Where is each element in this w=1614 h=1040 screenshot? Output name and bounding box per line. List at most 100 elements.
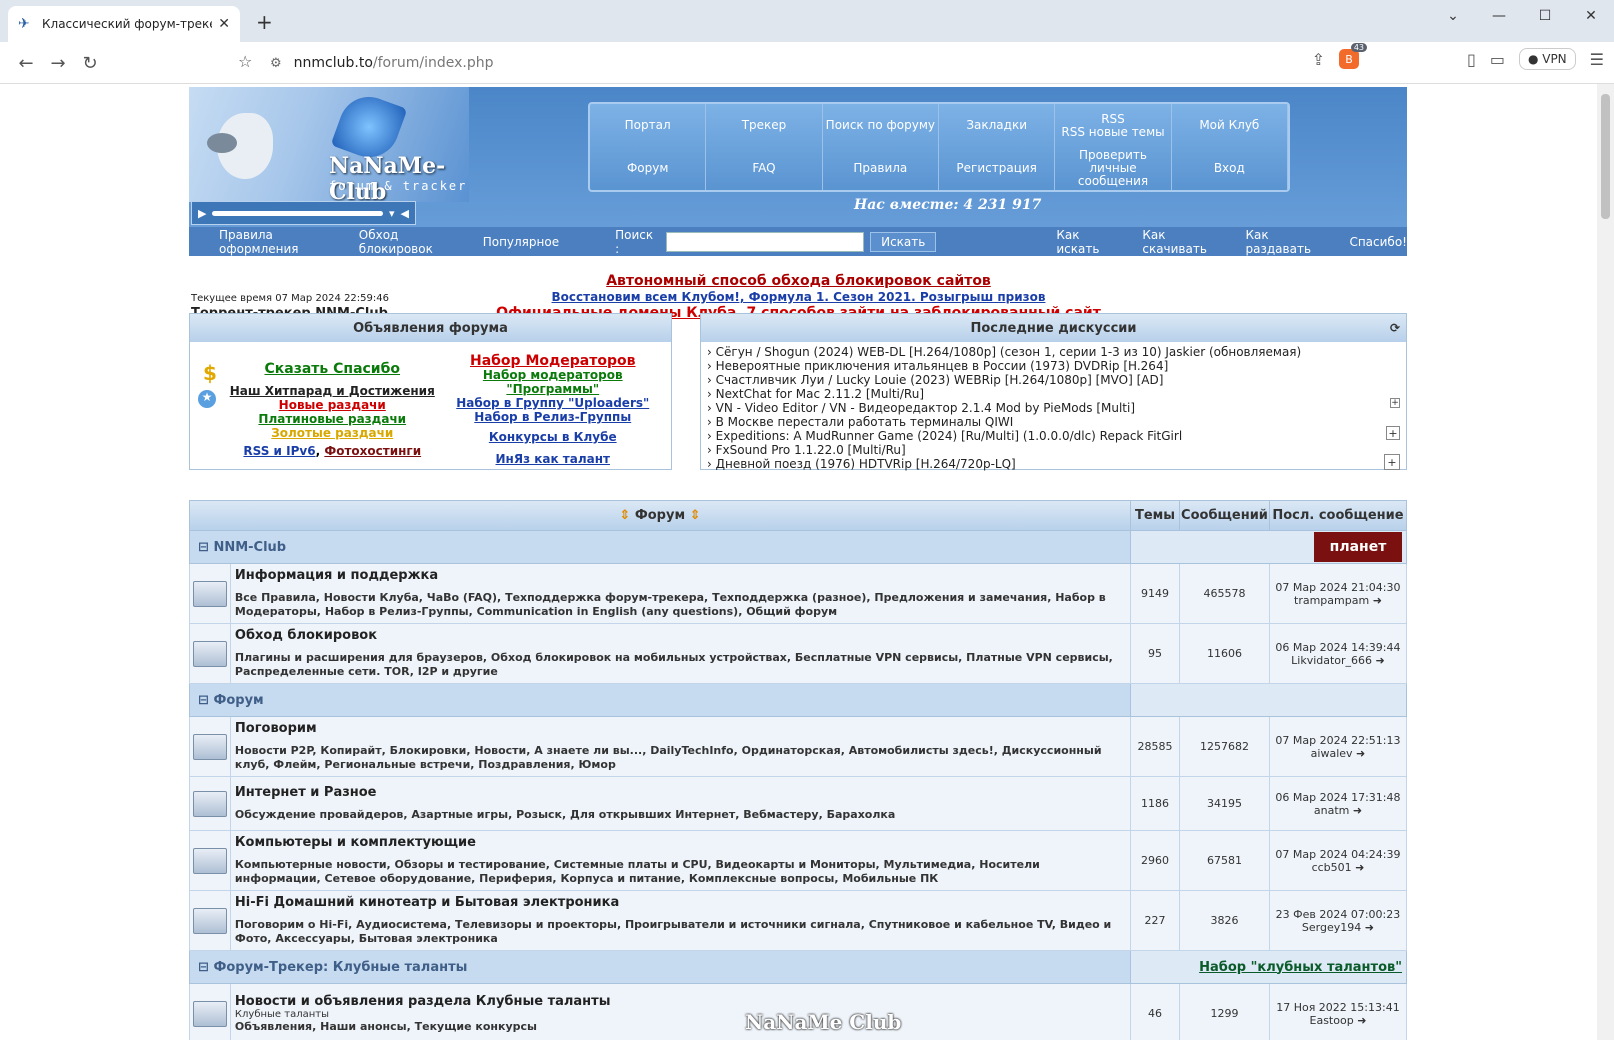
subforums[interactable]: Поговорим о Hi-Fi, Аудиосистема, Телевиз…	[235, 918, 1126, 946]
link-new-releases[interactable]: Новые раздачи	[279, 398, 386, 412]
link-talents[interactable]: Набор "клубных талантов"	[1199, 960, 1402, 975]
goto-post-icon[interactable]: ➜	[1373, 594, 1382, 607]
last-post-user[interactable]: Likvidator_666 ➜	[1270, 654, 1406, 667]
sidebar-icon[interactable]: ▯	[1467, 50, 1476, 69]
forward-icon[interactable]: →	[42, 53, 74, 74]
play-icon[interactable]: ▶	[198, 207, 206, 220]
menu-forum-search[interactable]: Поиск по форуму	[823, 104, 939, 147]
menu-icon[interactable]: ☰	[1590, 50, 1604, 69]
link-design-rules[interactable]: Правила оформления	[219, 228, 329, 256]
player-progress[interactable]	[212, 210, 383, 216]
forum-title[interactable]: Новости и объявления раздела Клубные тал…	[235, 994, 1126, 1009]
menu-bookmarks[interactable]: Закладки	[939, 104, 1056, 147]
goto-post-icon[interactable]: ➜	[1365, 921, 1374, 934]
vpn-button[interactable]: ● VPN	[1518, 48, 1576, 70]
menu-rss[interactable]: RSS RSS новые темы	[1055, 104, 1172, 147]
sort-icon[interactable]: ⇕	[619, 508, 630, 523]
announce-bypass[interactable]: Автономный способ обхода блокировок сайт…	[606, 273, 991, 289]
close-window-icon[interactable]: ✕	[1568, 0, 1614, 32]
discussion-item[interactable]: › Сёгун / Shogun (2024) WEB-DL [H.264/10…	[707, 345, 1400, 359]
planet-logo[interactable]: планет	[1314, 532, 1402, 562]
menu-login[interactable]: Вход	[1172, 147, 1288, 190]
discussion-item[interactable]: › NextChat for Mac 2.11.2 [Multi/Ru]	[707, 387, 1400, 401]
link-rss-ipv6[interactable]: RSS и IPv6	[243, 444, 315, 458]
search-button[interactable]: Искать	[870, 231, 937, 252]
goto-post-icon[interactable]: ➜	[1376, 654, 1385, 667]
menu-forum[interactable]: Форум	[590, 147, 707, 190]
discussion-item[interactable]: › Дневной поезд (1976) HDTVRip [H.264/72…	[707, 457, 1400, 471]
link-thanks[interactable]: Спасибо!	[1349, 235, 1407, 249]
subforums[interactable]: Новости P2P, Копирайт, Блокировки, Новос…	[235, 744, 1126, 772]
expand-large-icon[interactable]: +	[1384, 454, 1400, 470]
new-tab-icon[interactable]: +	[256, 10, 273, 34]
link-mod-programs[interactable]: Набор модераторов "Программы"	[443, 368, 664, 396]
link-gold[interactable]: Золотые раздачи	[271, 426, 393, 440]
last-post-user[interactable]: ccb501 ➜	[1270, 861, 1406, 874]
forum-title[interactable]: Интернет и Разное	[235, 785, 1126, 800]
link-languages[interactable]: ИнЯз как талант	[496, 452, 610, 466]
category-forum[interactable]: ⊟ Форум	[189, 683, 1131, 717]
close-tab-icon[interactable]: ✕	[218, 16, 230, 32]
discussion-item[interactable]: › Счастливчик Луи / Lucky Louie (2023) W…	[707, 373, 1400, 387]
search-input[interactable]	[665, 231, 865, 252]
expand-icon[interactable]: +	[1386, 426, 1400, 440]
subforums[interactable]: Обсуждение провайдеров, Азартные игры, Р…	[235, 808, 1126, 822]
link-moderators[interactable]: Набор Модераторов	[470, 354, 636, 368]
collapse-icon[interactable]: ⊟	[198, 693, 209, 708]
brave-shield-icon[interactable]: B 43	[1339, 43, 1367, 69]
forum-title[interactable]: Компьютеры и комплектующие	[235, 835, 1126, 850]
discussion-item[interactable]: › FxSound Pro 1.1.22.0 [Multi/Ru]	[707, 443, 1400, 457]
subforums[interactable]: Компьютерные новости, Обзоры и тестирова…	[235, 858, 1126, 886]
forum-title[interactable]: Обход блокировок	[235, 628, 1126, 643]
scrollbar-thumb[interactable]	[1601, 94, 1610, 219]
tab-search-icon[interactable]: ⌄	[1430, 0, 1476, 32]
discussion-item[interactable]: › VN - Video Editor / VN - Видеоредактор…	[707, 401, 1400, 415]
link-hitparade[interactable]: Наш Хитпарад и Достижения	[230, 384, 435, 398]
link-uploaders[interactable]: Набор в Группу "Uploaders"	[456, 396, 649, 410]
link-say-thanks[interactable]: Сказать Спасибо	[264, 362, 400, 376]
link-how-download[interactable]: Как скачивать	[1142, 228, 1215, 256]
url-field[interactable]: ⚙ nnmclub.to/forum/index.php	[270, 49, 1290, 77]
minimize-icon[interactable]: —	[1476, 0, 1522, 32]
discussion-item[interactable]: › Expeditions: A MudRunner Game (2024) […	[707, 429, 1400, 443]
discussion-item[interactable]: › Невероятные приключения итальянцев в Р…	[707, 359, 1400, 373]
sort-icon[interactable]: ⇕	[690, 508, 701, 523]
category-talents[interactable]: ⊟ Форум-Трекер: Клубные таланты	[189, 950, 1131, 984]
site-info-icon[interactable]: ⚙	[270, 56, 282, 71]
scrollbar[interactable]	[1597, 84, 1614, 1040]
goto-post-icon[interactable]: ➜	[1353, 804, 1362, 817]
goto-post-icon[interactable]: ➜	[1357, 1014, 1366, 1027]
goto-post-icon[interactable]: ➜	[1356, 747, 1365, 760]
expand-small-icon[interactable]: +	[1390, 398, 1400, 408]
menu-check-pm[interactable]: Проверить личные сообщения	[1055, 147, 1172, 190]
share-icon[interactable]: ⇪	[1312, 50, 1325, 69]
link-popular[interactable]: Популярное	[483, 235, 559, 249]
forum-title[interactable]: Поговорим	[235, 721, 1126, 736]
link-how-seed[interactable]: Как раздавать	[1246, 228, 1320, 256]
menu-rules[interactable]: Правила	[823, 147, 939, 190]
link-photohost[interactable]: Фотохостинги	[324, 444, 421, 458]
back-icon[interactable]: ←	[10, 53, 42, 74]
link-platinum[interactable]: Платиновые раздачи	[258, 412, 406, 426]
menu-my-club[interactable]: Мой Клуб	[1172, 104, 1288, 147]
announce-restore[interactable]: Восстановим всем Клубом!, Формула 1. Сез…	[552, 290, 1046, 304]
link-how-search[interactable]: Как искать	[1056, 228, 1112, 256]
forum-title[interactable]: Hi-Fi Домашний кинотеатр и Бытовая элект…	[235, 895, 1126, 910]
category-nnm-club[interactable]: ⊟ NNM-Club	[189, 530, 1131, 564]
dropdown-icon[interactable]: ▾	[389, 207, 395, 220]
collapse-icon[interactable]: ⊟	[198, 540, 209, 555]
menu-tracker[interactable]: Трекер	[706, 104, 823, 147]
goto-post-icon[interactable]: ➜	[1355, 861, 1364, 874]
bookmark-icon[interactable]: ☆	[238, 52, 252, 71]
last-post-user[interactable]: aiwalev ➜	[1270, 747, 1406, 760]
subforums[interactable]: Все Правила, Новости Клуба, ЧаВо (FAQ), …	[235, 591, 1126, 619]
last-post-user[interactable]: Eastoop ➜	[1270, 1014, 1406, 1027]
maximize-icon[interactable]: ☐	[1522, 0, 1568, 32]
last-post-user[interactable]: anatm ➜	[1270, 804, 1406, 817]
forum-title[interactable]: Информация и поддержка	[235, 568, 1126, 583]
menu-register[interactable]: Регистрация	[939, 147, 1056, 190]
browser-tab[interactable]: ✈ Классический форум-трекер ✕	[8, 6, 240, 42]
volume-icon[interactable]: ◀	[401, 207, 409, 220]
reload-icon[interactable]: ↻	[74, 53, 106, 74]
menu-faq[interactable]: FAQ	[706, 147, 823, 190]
